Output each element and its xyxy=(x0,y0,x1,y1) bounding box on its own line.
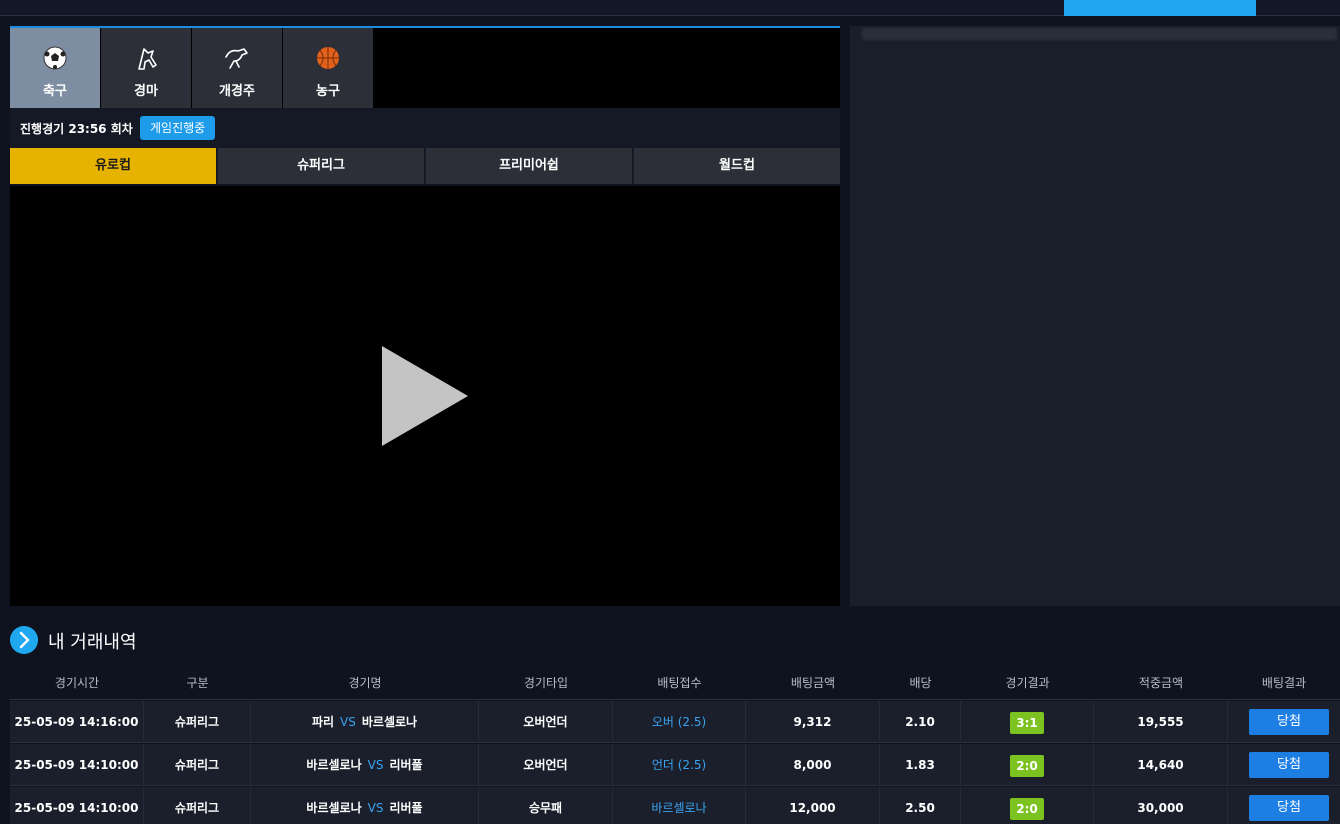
side-panel-header-strip xyxy=(862,28,1337,40)
horse-racing-icon xyxy=(138,48,157,70)
round-status-bar: 진행경기 23:56 회차 게임진행중 xyxy=(10,108,840,146)
tab-greyhound[interactable]: 개경주 xyxy=(192,28,282,108)
cell-pick: 언더 (2.5) xyxy=(613,744,746,786)
table-row: 25-05-09 14:16:00 슈퍼리그 파리 VS 바르셀로나 오버언더 오버… xyxy=(10,701,1340,743)
cell-league: 슈퍼리그 xyxy=(144,744,251,786)
cell-match: 파리 VS 바르셀로나 xyxy=(251,701,479,743)
cell-payout: 14,640 xyxy=(1094,744,1228,786)
cell-payout: 19,555 xyxy=(1094,701,1228,743)
cell-type: 승무패 xyxy=(479,787,613,824)
cell-score: 3:1 xyxy=(961,701,1094,743)
cell-time: 25-05-09 14:10:00 xyxy=(10,744,144,786)
result-win-button[interactable]: 당첨 xyxy=(1249,795,1329,821)
cell-odds: 1.83 xyxy=(880,744,961,786)
vs-label: VS xyxy=(367,758,384,772)
tab-greyhound-label: 개경주 xyxy=(219,84,255,99)
score-badge: 2:0 xyxy=(1010,754,1044,777)
cell-odds: 2.50 xyxy=(880,787,961,824)
col-result: 배팅결과 xyxy=(1261,676,1307,690)
history-title: 내 거래내역 xyxy=(48,632,137,653)
tab-basketball-label: 농구 xyxy=(316,84,340,99)
cell-amount: 8,000 xyxy=(746,744,880,786)
away-team: 바르셀로나 xyxy=(361,715,418,729)
side-panel xyxy=(850,26,1340,606)
cell-type: 오버언더 xyxy=(479,701,613,743)
league-tabs: 유로컵 슈퍼리그 프리미어쉽 월드컵 xyxy=(10,146,840,184)
round-status-text: 진행경기 23:56 회차 xyxy=(20,122,133,136)
col-type: 경기타입 xyxy=(523,676,569,690)
home-team: 바르셀로나 xyxy=(306,801,362,815)
tab-soccer-label: 축구 xyxy=(43,84,67,99)
greyhound-icon xyxy=(225,48,248,69)
cell-match: 바르셀로나 VS 리버풀 xyxy=(251,787,479,824)
active-nav-indicator[interactable] xyxy=(1064,0,1256,16)
col-match: 경기명 xyxy=(348,676,382,690)
tab-league-eurocup[interactable]: 유로컵 xyxy=(10,148,216,184)
col-payout: 적중금액 xyxy=(1138,676,1184,690)
vs-label: VS xyxy=(367,801,384,815)
cell-match: 바르셀로나 VS 리버풀 xyxy=(251,744,479,786)
vs-label: VS xyxy=(340,715,356,729)
history-table-header: 경기시간 구분 경기명 경기타입 배팅접수 배팅금액 배당 경기결과 적중금액 … xyxy=(10,664,1340,700)
result-win-button[interactable]: 당첨 xyxy=(1249,752,1329,778)
soccer-ball-icon xyxy=(43,46,67,70)
cell-score: 2:0 xyxy=(961,744,1094,786)
cell-pick: 바르셀로나 xyxy=(613,787,746,824)
tab-league-superleague[interactable]: 슈퍼리그 xyxy=(218,148,424,184)
top-navigation-bar xyxy=(0,0,1340,16)
cell-payout: 30,000 xyxy=(1094,787,1228,824)
col-league: 구분 xyxy=(186,676,209,690)
tab-league-premiership[interactable]: 프리미어쉽 xyxy=(426,148,632,184)
cell-league: 슈퍼리그 xyxy=(144,701,251,743)
score-badge: 2:0 xyxy=(1010,797,1044,820)
sport-tabs: 축구 경마 개경주 농구 xyxy=(10,28,840,108)
cell-odds: 2.10 xyxy=(880,701,961,743)
home-team: 파리 xyxy=(311,715,335,729)
tab-league-worldcup[interactable]: 월드컵 xyxy=(634,148,840,184)
score-badge: 3:1 xyxy=(1010,711,1044,734)
cell-score: 2:0 xyxy=(961,787,1094,824)
col-score: 경기결과 xyxy=(1005,676,1050,690)
away-team: 리버풀 xyxy=(389,758,423,772)
cell-time: 25-05-09 14:10:00 xyxy=(10,787,144,824)
game-in-progress-badge: 게임진행중 xyxy=(140,116,216,140)
table-row: 25-05-09 14:10:00 슈퍼리그 바르셀로나 VS 리버풀 승무패 바르… xyxy=(10,787,1340,824)
col-time: 경기시간 xyxy=(54,676,100,690)
basketball-icon xyxy=(317,47,339,69)
home-team: 바르셀로나 xyxy=(306,758,362,772)
table-row: 25-05-09 14:10:00 슈퍼리그 바르셀로나 VS 리버풀 오버언더 언… xyxy=(10,744,1340,786)
result-win-button[interactable]: 당첨 xyxy=(1249,709,1329,735)
col-odds: 배당 xyxy=(909,676,932,690)
play-icon[interactable] xyxy=(382,346,468,446)
cell-type: 오버언더 xyxy=(479,744,613,786)
chevron-right-icon xyxy=(10,626,38,654)
away-team: 리버풀 xyxy=(389,801,423,815)
cell-amount: 12,000 xyxy=(746,787,880,824)
game-panel: 축구 경마 개경주 농구 진행경기 23:56 회차 게임진행중 유로컵 슈퍼리… xyxy=(10,26,840,606)
tab-horse-racing[interactable]: 경마 xyxy=(101,28,191,108)
cell-league: 슈퍼리그 xyxy=(144,787,251,824)
tab-basketball[interactable]: 농구 xyxy=(283,28,373,108)
col-amount: 배팅금액 xyxy=(790,676,836,690)
col-pick: 배팅접수 xyxy=(657,676,702,690)
cell-amount: 9,312 xyxy=(746,701,880,743)
video-player[interactable] xyxy=(10,186,840,606)
cell-pick: 오버 (2.5) xyxy=(613,701,746,743)
cell-time: 25-05-09 14:16:00 xyxy=(10,701,144,743)
tab-soccer[interactable]: 축구 xyxy=(10,28,100,108)
tab-horse-racing-label: 경마 xyxy=(134,84,158,99)
